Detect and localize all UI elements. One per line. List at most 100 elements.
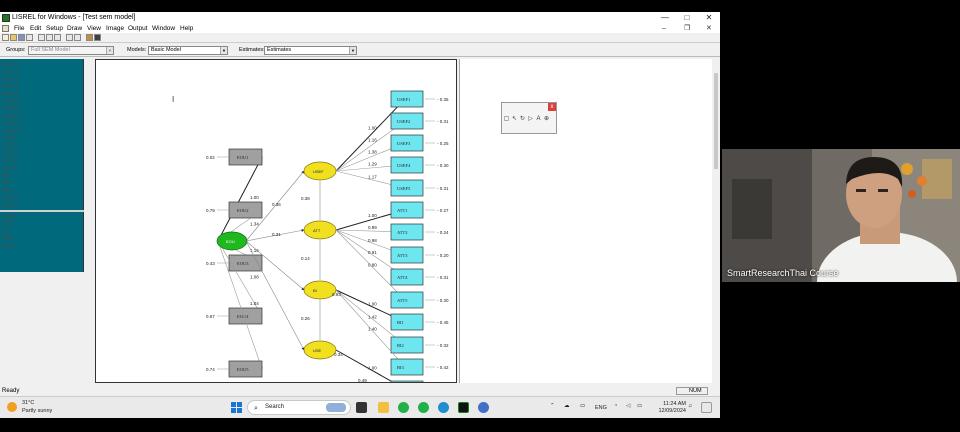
latent-variable-item[interactable]: EOU bbox=[2, 243, 15, 250]
variable-item[interactable]: USEF4 bbox=[2, 120, 21, 127]
taskbar-clock[interactable]: 11:24 AM 12/09/2024 bbox=[650, 401, 686, 415]
wifi-icon[interactable]: ◔ bbox=[614, 403, 617, 409]
menu-window[interactable]: Window bbox=[152, 24, 175, 33]
zoom-in-icon[interactable] bbox=[66, 34, 73, 41]
taskbar-search[interactable]: ⌕ Search bbox=[247, 400, 351, 415]
copy-icon[interactable] bbox=[46, 34, 53, 41]
select-icon[interactable]: ▢ bbox=[503, 115, 510, 124]
menu-edit[interactable]: Edit bbox=[30, 24, 41, 33]
variable-item[interactable]: ATT3 bbox=[2, 150, 17, 157]
eou-loading-value: 1.04 bbox=[250, 301, 259, 306]
variable-item[interactable]: EOU3 bbox=[2, 76, 19, 83]
variable-item[interactable]: EOU1 bbox=[2, 61, 19, 68]
variable-item[interactable]: USE1 bbox=[2, 194, 18, 201]
menu-view[interactable]: View bbox=[87, 24, 101, 33]
latent-variable-item[interactable]: ATT bbox=[2, 220, 14, 227]
path-coefficient: 0.93 bbox=[332, 292, 341, 297]
line-app-icon-2[interactable] bbox=[418, 402, 429, 413]
lisrel-taskbar-icon[interactable] bbox=[458, 402, 469, 413]
estimates-select[interactable]: Estimates ▼ bbox=[264, 46, 357, 55]
task-view-icon[interactable] bbox=[356, 402, 367, 413]
paste-icon[interactable] bbox=[54, 34, 61, 41]
latent-variable-item[interactable]: BI bbox=[2, 228, 9, 235]
menu-image[interactable]: Image bbox=[106, 24, 124, 33]
indicator-label: USEF4 bbox=[397, 163, 411, 168]
start-button[interactable] bbox=[231, 402, 242, 413]
variable-item[interactable]: BI3 bbox=[2, 187, 12, 194]
groups-select[interactable]: Full SEM Model ▼ bbox=[28, 46, 114, 55]
variable-item[interactable]: USEF1 bbox=[2, 98, 21, 105]
cloud-icon[interactable]: ☁ bbox=[564, 403, 570, 409]
copilot-icon[interactable] bbox=[701, 402, 712, 413]
latent-variable-item[interactable]: USE bbox=[2, 235, 14, 242]
status-bar: Ready NUM bbox=[0, 386, 720, 396]
variable-item[interactable]: USE2 bbox=[2, 202, 18, 209]
save-icon[interactable] bbox=[18, 34, 25, 41]
variable-item[interactable]: BI2 bbox=[2, 179, 12, 186]
variable-item[interactable]: EOU2 bbox=[2, 68, 19, 75]
browser-icon[interactable] bbox=[478, 402, 489, 413]
indicator-error-value: - 0.30 bbox=[437, 298, 449, 303]
curve-tool-icon[interactable]: ↻ bbox=[519, 115, 526, 124]
latent-label: USEF bbox=[313, 169, 324, 174]
close-button[interactable]: ✕ bbox=[698, 12, 720, 24]
variable-item[interactable]: EOU4 bbox=[2, 83, 19, 90]
menu-draw[interactable]: Draw bbox=[67, 24, 82, 33]
line-app-icon[interactable] bbox=[398, 402, 409, 413]
vertical-scrollbar[interactable] bbox=[712, 59, 720, 383]
print-icon[interactable] bbox=[26, 34, 33, 41]
search-label: Search bbox=[265, 404, 285, 410]
run-icon[interactable] bbox=[86, 34, 93, 41]
variable-item[interactable]: EOU5 bbox=[2, 91, 19, 98]
text-tool-icon[interactable]: A bbox=[535, 115, 542, 124]
language-indicator[interactable]: ENG bbox=[595, 405, 607, 411]
document-icon[interactable] bbox=[2, 25, 9, 32]
path-tool-icon[interactable]: ▷ bbox=[527, 115, 534, 124]
mdi-minimize-icon[interactable]: – bbox=[662, 24, 666, 33]
menu-help[interactable]: Help bbox=[180, 24, 193, 33]
zoom-out-icon[interactable] bbox=[74, 34, 81, 41]
open-icon[interactable] bbox=[10, 34, 17, 41]
volume-icon[interactable]: ◁ bbox=[626, 403, 630, 409]
variable-item[interactable]: USEF2 bbox=[2, 105, 21, 112]
arrow-tool-icon[interactable]: ↖ bbox=[511, 115, 518, 124]
info-icon[interactable] bbox=[94, 34, 101, 41]
onedrive-icon[interactable]: ▭ bbox=[580, 403, 585, 409]
mdi-restore-icon[interactable]: ❐ bbox=[684, 24, 690, 33]
variable-item[interactable]: ATT4 bbox=[2, 157, 17, 164]
zoom-tool-icon[interactable]: ⊕ bbox=[543, 115, 550, 124]
variable-item[interactable]: USEF3 bbox=[2, 113, 21, 120]
new-icon[interactable] bbox=[2, 34, 9, 41]
variable-item[interactable]: ATT2 bbox=[2, 142, 17, 149]
file-explorer-icon[interactable] bbox=[378, 402, 389, 413]
left-horizontal-scrollbar[interactable] bbox=[0, 378, 95, 384]
latent-variable-item[interactable]: USEF bbox=[2, 213, 18, 220]
structural-path-value: 0.26 bbox=[301, 316, 310, 321]
eou-error-value: 0.74 bbox=[206, 367, 215, 372]
toolbox-close-icon[interactable]: x bbox=[548, 103, 556, 111]
maximize-button[interactable]: □ bbox=[676, 12, 698, 24]
variable-item[interactable]: USEF5 bbox=[2, 128, 21, 135]
menu-output[interactable]: Output bbox=[128, 24, 148, 33]
mdi-close-icon[interactable]: ✕ bbox=[706, 24, 712, 33]
search-highlight-icon bbox=[326, 403, 346, 412]
indicator-label: ATT5 bbox=[397, 298, 408, 303]
eou-indicator-label: EOU1 bbox=[237, 155, 249, 160]
notification-bell-icon[interactable]: ♫ bbox=[688, 403, 692, 409]
variable-item[interactable]: ATT1 bbox=[2, 135, 17, 142]
models-label: Models: bbox=[127, 47, 147, 53]
menu-setup[interactable]: Setup bbox=[46, 24, 63, 33]
eou-error-value: 0.43 bbox=[206, 261, 215, 266]
cut-icon[interactable] bbox=[38, 34, 45, 41]
edge-icon[interactable] bbox=[438, 402, 449, 413]
variable-item[interactable]: ATT5 bbox=[2, 165, 17, 172]
minimize-button[interactable]: — bbox=[654, 12, 676, 24]
models-select[interactable]: Basic Model ▼ bbox=[148, 46, 228, 55]
menu-file[interactable]: File bbox=[14, 24, 24, 33]
chevron-up-icon[interactable]: ⌃ bbox=[550, 403, 555, 409]
variable-item[interactable]: BI1 bbox=[2, 172, 12, 179]
battery-icon[interactable]: ▭ bbox=[637, 403, 642, 409]
estimates-label: Estimates: bbox=[239, 47, 265, 53]
webcam-caption: SmartResearchThai Course bbox=[727, 268, 839, 278]
vertical-scroll-thumb[interactable] bbox=[714, 73, 718, 169]
